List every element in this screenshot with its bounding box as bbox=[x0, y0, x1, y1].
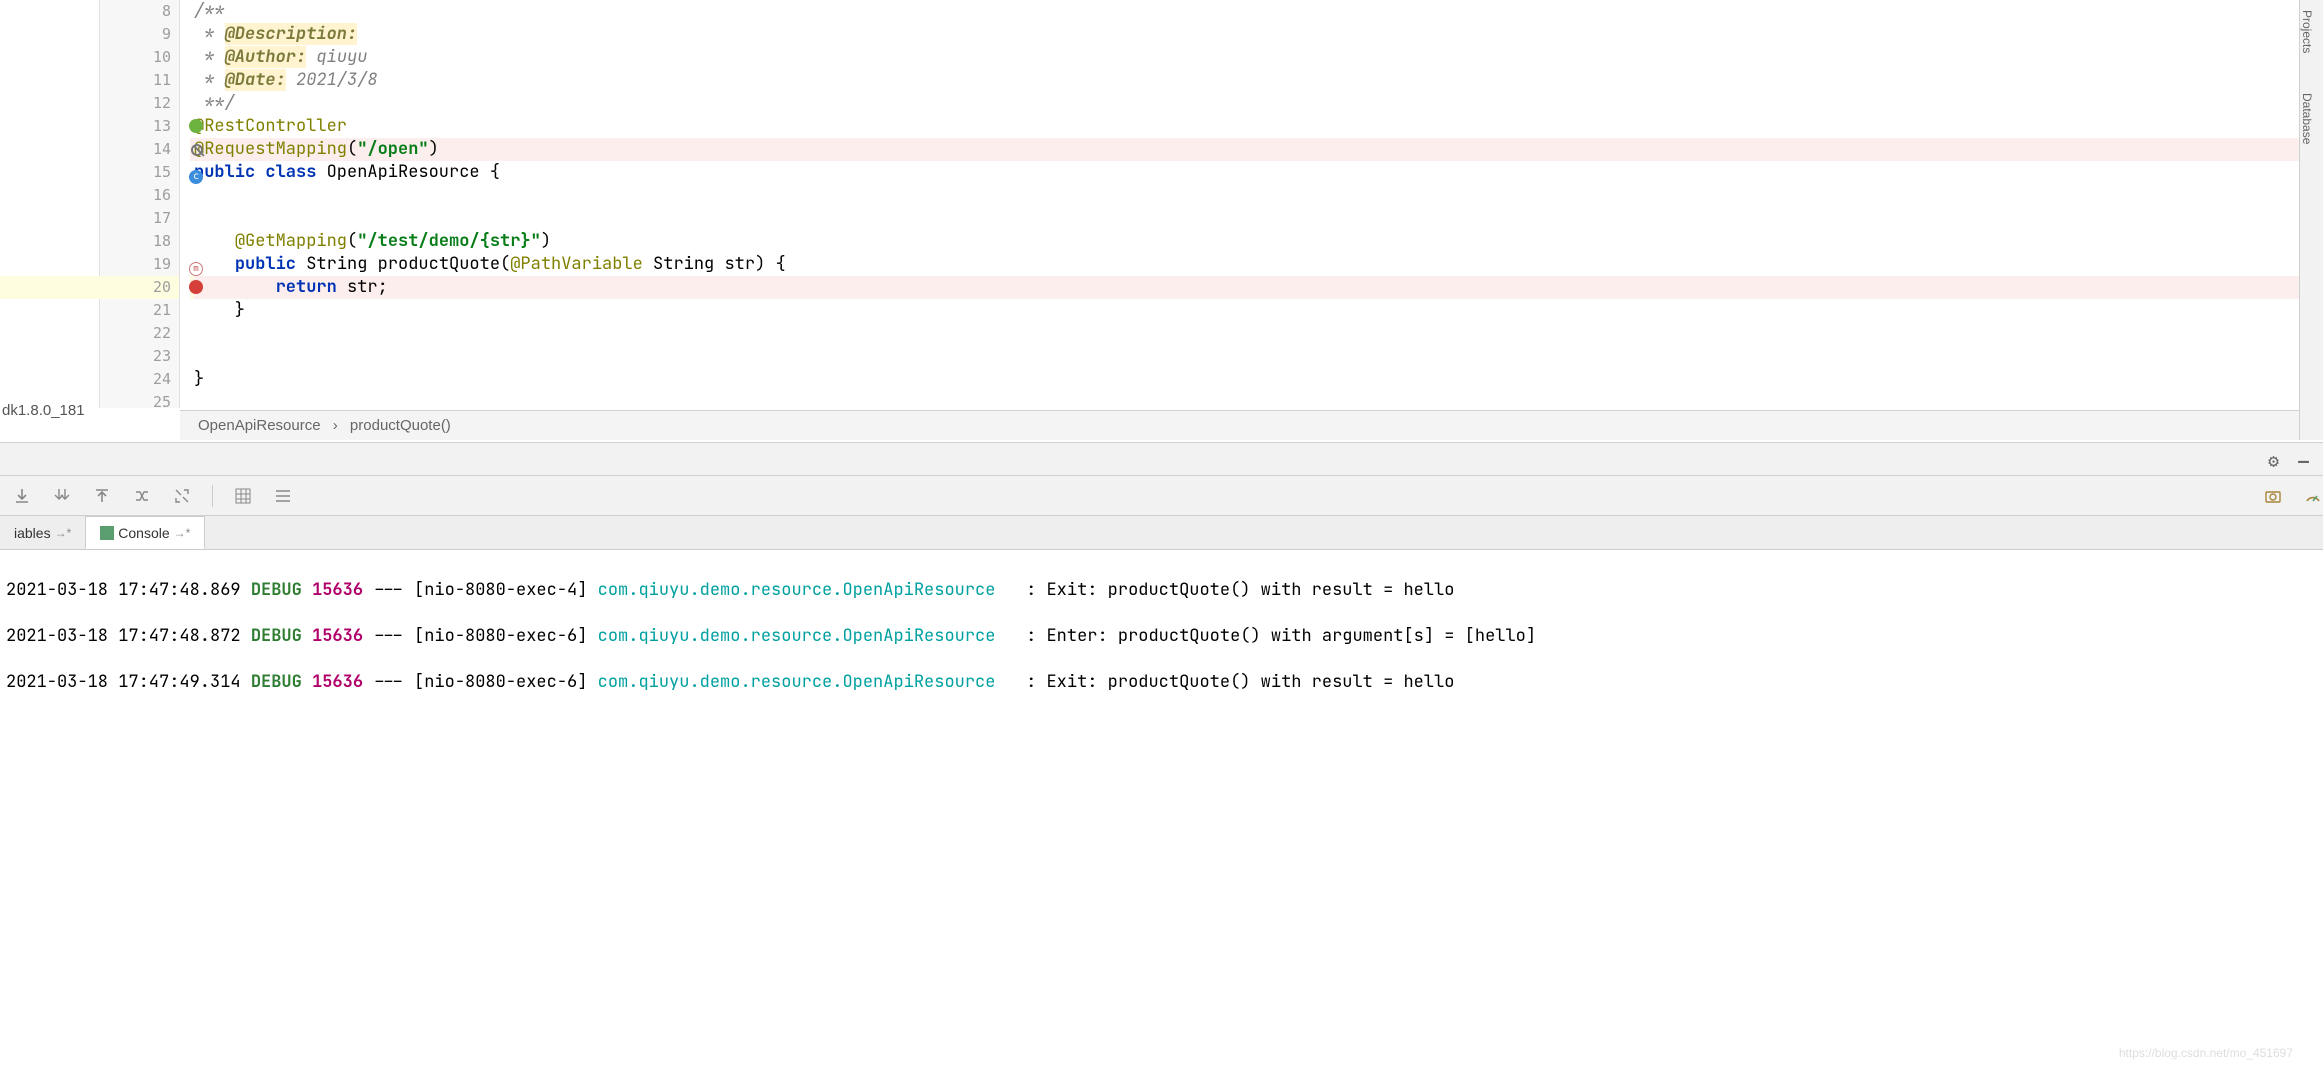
string-literal: "/open" bbox=[357, 138, 428, 160]
upload-icon[interactable] bbox=[92, 486, 112, 506]
class-icon[interactable]: c bbox=[185, 163, 203, 181]
line-number[interactable]: 16 bbox=[100, 184, 179, 207]
annotation: @RestController bbox=[194, 115, 347, 137]
log-line: 2021-03-18 17:47:48.872 DEBUG 15636 --- … bbox=[6, 625, 2317, 648]
doc-text: 2021/3/8 bbox=[286, 69, 378, 91]
method-name: productQuote bbox=[378, 253, 500, 275]
keyword: class bbox=[265, 161, 316, 183]
line-number[interactable]: 15c bbox=[100, 161, 179, 184]
line-number[interactable]: 25 bbox=[100, 391, 179, 414]
tab-label: iables bbox=[14, 525, 51, 541]
line-number[interactable]: 24 bbox=[100, 368, 179, 391]
debug-toolstrip: ⚙ — bbox=[0, 442, 2323, 476]
watermark: https://blog.csdn.net/mo_451697 bbox=[2119, 1046, 2293, 1060]
console-icon bbox=[100, 526, 114, 540]
doc-tag: @Description: bbox=[225, 23, 358, 45]
spring-bean-icon[interactable] bbox=[185, 117, 203, 135]
keyword: public bbox=[194, 161, 255, 183]
fold-strip[interactable] bbox=[180, 0, 190, 408]
line-number[interactable]: 18 bbox=[100, 230, 179, 253]
annotation: @GetMapping bbox=[235, 230, 347, 252]
paren: ( bbox=[500, 253, 510, 275]
annotation: @RequestMapping bbox=[194, 138, 347, 160]
no-entry-icon[interactable] bbox=[185, 140, 203, 158]
breadcrumb-class[interactable]: OpenApiResource bbox=[194, 417, 325, 434]
debug-tabs: iables →* Console →* bbox=[0, 516, 2323, 550]
breadcrumb-separator: › bbox=[329, 417, 342, 434]
line-number[interactable]: 22 bbox=[100, 322, 179, 345]
parameter: str bbox=[724, 253, 755, 275]
type: String bbox=[643, 253, 725, 275]
brace: } bbox=[194, 299, 245, 321]
right-tool-rail: Projects Database bbox=[2299, 0, 2323, 440]
line-number[interactable]: 23 bbox=[100, 345, 179, 368]
download-icon[interactable] bbox=[12, 486, 32, 506]
tab-variables[interactable]: iables →* bbox=[0, 516, 85, 549]
line-number[interactable]: 8 bbox=[100, 0, 179, 23]
breadcrumb[interactable]: OpenApiResource › productQuote() bbox=[180, 410, 2299, 440]
minimize-icon[interactable]: — bbox=[2298, 451, 2309, 472]
paren: ( bbox=[347, 230, 357, 252]
camera-icon[interactable] bbox=[2263, 486, 2283, 506]
doc-text: * bbox=[194, 23, 225, 45]
expression: str; bbox=[337, 276, 388, 298]
tab-console[interactable]: Console →* bbox=[85, 516, 205, 549]
line-number[interactable]: 20 bbox=[100, 276, 179, 299]
paren: ) bbox=[541, 230, 551, 252]
class-name: OpenApiResource bbox=[327, 161, 480, 183]
line-number[interactable]: 10 bbox=[100, 46, 179, 69]
annotation: @PathVariable bbox=[510, 253, 643, 275]
paren: ) bbox=[429, 138, 439, 160]
line-number[interactable]: 9 bbox=[100, 23, 179, 46]
database-tool[interactable]: Database bbox=[2300, 83, 2314, 144]
line-number[interactable]: 12 bbox=[100, 92, 179, 115]
line-gutter[interactable]: 8 9 10 11 12 13 14 15c 16 17 18 19m 20 2… bbox=[100, 0, 180, 408]
jdk-label: dk1.8.0_181 bbox=[2, 402, 85, 419]
mapping-icon[interactable]: m bbox=[185, 255, 203, 273]
brace: } bbox=[194, 368, 204, 390]
log-line: 2021-03-18 17:47:49.314 DEBUG 15636 --- … bbox=[6, 671, 2317, 694]
table-icon[interactable] bbox=[233, 486, 253, 506]
gauge-icon[interactable] bbox=[2303, 486, 2323, 506]
console-output[interactable]: 2021-03-18 17:47:48.869 DEBUG 15636 --- … bbox=[0, 552, 2323, 1066]
line-number[interactable]: 14 bbox=[100, 138, 179, 161]
indent bbox=[194, 230, 235, 252]
line-number[interactable]: 19m bbox=[100, 253, 179, 276]
log-line: 2021-03-18 17:47:48.869 DEBUG 15636 --- … bbox=[6, 579, 2317, 602]
doc-comment: /** bbox=[194, 0, 225, 22]
line-number[interactable]: 13 bbox=[100, 115, 179, 138]
paren: ) { bbox=[755, 253, 786, 275]
line-number[interactable]: 21 bbox=[100, 299, 179, 322]
doc-comment: **/ bbox=[194, 92, 235, 114]
indent bbox=[194, 276, 276, 298]
pin-icon: →* bbox=[55, 526, 72, 540]
list-icon[interactable] bbox=[273, 486, 293, 506]
left-margin: dk1.8.0_181 bbox=[0, 0, 100, 408]
line-number[interactable]: 11 bbox=[100, 69, 179, 92]
breakpoint-icon[interactable] bbox=[185, 278, 203, 296]
doc-text: qiuyu bbox=[306, 46, 367, 68]
doc-text: * bbox=[194, 46, 225, 68]
doc-text: * bbox=[194, 69, 225, 91]
code-area[interactable]: /** * @Description: * @Author: qiuyu * @… bbox=[190, 0, 2299, 408]
keyword: public bbox=[235, 253, 296, 275]
debug-iconbar bbox=[0, 476, 2323, 516]
type: String bbox=[306, 253, 367, 275]
brace: { bbox=[480, 161, 500, 183]
gear-icon[interactable]: ⚙ bbox=[2268, 451, 2279, 472]
shuffle-icon[interactable] bbox=[132, 486, 152, 506]
download-all-icon[interactable] bbox=[52, 486, 72, 506]
line-number[interactable]: 17 bbox=[100, 207, 179, 230]
collapse-icon[interactable] bbox=[172, 486, 192, 506]
doc-tag: @Date: bbox=[225, 69, 286, 91]
keyword: return bbox=[276, 276, 337, 298]
doc-tag: @Author: bbox=[225, 46, 307, 68]
pin-icon: →* bbox=[174, 526, 191, 540]
string-literal: "/test/demo/{str}" bbox=[357, 230, 541, 252]
editor[interactable]: dk1.8.0_181 8 9 10 11 12 13 14 15c 16 17… bbox=[0, 0, 2299, 408]
projects-tool[interactable]: Projects bbox=[2300, 0, 2314, 53]
tab-label: Console bbox=[118, 525, 169, 541]
breadcrumb-method[interactable]: productQuote() bbox=[346, 417, 455, 434]
paren: ( bbox=[347, 138, 357, 160]
